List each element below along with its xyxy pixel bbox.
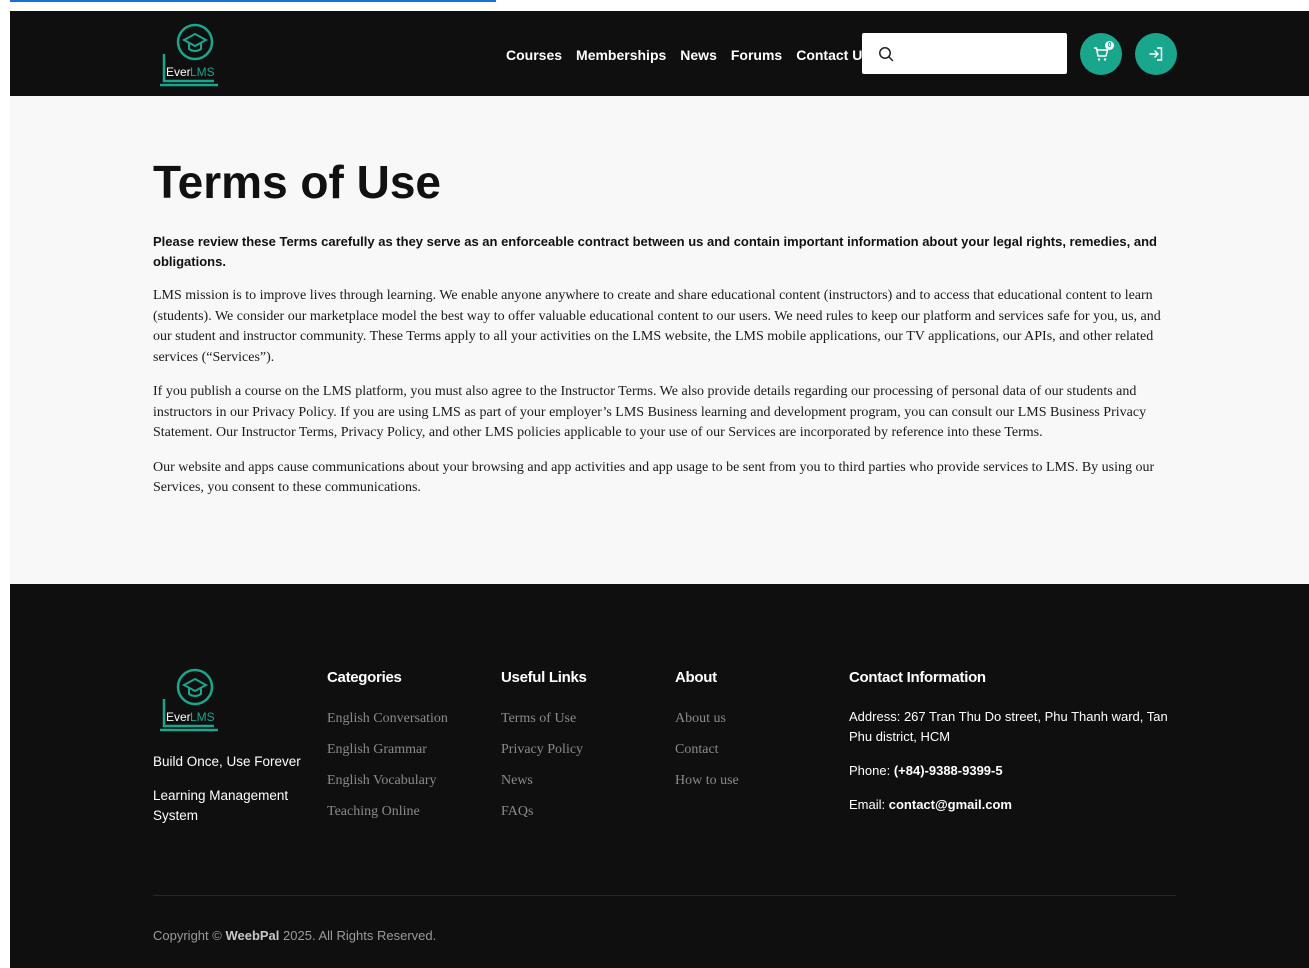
header-logo[interactable]: Ever LMS — [152, 19, 224, 87]
nav-courses[interactable]: Courses — [506, 45, 562, 65]
footer-link[interactable]: How to use — [675, 770, 739, 792]
site-header: Ever LMS Courses Memberships News Forums… — [10, 11, 1309, 96]
footer-link[interactable]: English Conversation — [327, 708, 448, 730]
footer-column-title: About — [675, 669, 717, 686]
main-content: Terms of Use Please review these Terms c… — [10, 96, 1309, 584]
phone-number[interactable]: (+84)-9388-9399-5 — [894, 763, 1003, 778]
footer-link[interactable]: FAQs — [501, 801, 587, 823]
graduation-cap-icon: Ever LMS — [160, 23, 218, 87]
footer-divider — [153, 895, 1176, 896]
contact-phone: Phone: (+84)-9388-9399-5 — [849, 763, 1003, 778]
nav-news[interactable]: News — [680, 45, 717, 65]
nav-memberships[interactable]: Memberships — [576, 45, 666, 65]
terms-lead: Please review these Terms carefully as t… — [153, 234, 1157, 269]
cart-count-badge: 0 — [1105, 41, 1114, 50]
email-address[interactable]: contact@gmail.com — [889, 797, 1012, 812]
footer-subtitle: Learning Management System — [153, 788, 289, 823]
graduation-cap-icon: Ever LMS — [160, 668, 218, 732]
search-input[interactable] — [902, 39, 1062, 68]
footer-column-title: Categories — [327, 669, 402, 686]
footer-column-title: Useful Links — [501, 669, 587, 686]
footer-link[interactable]: News — [501, 770, 587, 792]
footer-useful-links: Useful Links Terms of Use Privacy Policy… — [501, 669, 587, 823]
footer-tagline: Build Once, Use Forever — [153, 754, 301, 769]
footer-contact-info: Contact Information Address: 267 Tran Th… — [849, 669, 1169, 815]
footer-logo[interactable]: Ever LMS — [152, 664, 224, 732]
nav-forums[interactable]: Forums — [731, 45, 782, 65]
copyright-brand: WeebPal — [225, 928, 280, 943]
svg-text:Ever: Ever — [166, 65, 191, 79]
site-footer: Ever LMS Build Once, Use Forever Learnin… — [10, 584, 1309, 968]
login-button[interactable] — [1135, 33, 1177, 75]
svg-text:LMS: LMS — [190, 65, 215, 79]
copyright: Copyright © WeebPal 2025. All Rights Res… — [153, 928, 437, 943]
footer-link[interactable]: Privacy Policy — [501, 739, 587, 761]
contact-address: Address: 267 Tran Thu Do street, Phu Tha… — [849, 709, 1168, 744]
footer-link[interactable]: Contact — [675, 739, 739, 761]
page-loading-bar — [10, 0, 496, 2]
footer-link[interactable]: Terms of Use — [501, 708, 587, 730]
cart-button[interactable]: 0 — [1080, 33, 1122, 75]
login-icon — [1149, 47, 1163, 61]
svg-text:LMS: LMS — [190, 710, 215, 724]
footer-link[interactable]: Teaching Online — [327, 801, 448, 823]
main-nav: Courses Memberships News Forums Contact … — [506, 45, 870, 65]
footer-link[interactable]: English Grammar — [327, 739, 448, 761]
search-box — [862, 33, 1067, 74]
contact-email: Email: contact@gmail.com — [849, 797, 1012, 812]
terms-article: Terms of Use Please review these Terms c… — [153, 154, 1178, 499]
footer-link[interactable]: About us — [675, 708, 739, 730]
terms-paragraph: LMS mission is to improve lives through … — [153, 288, 1161, 365]
nav-contact-us[interactable]: Contact Us — [796, 45, 870, 65]
terms-paragraph: Our website and apps cause communication… — [153, 459, 1155, 496]
footer-categories: Categories English Conversation English … — [327, 669, 448, 823]
page-title: Terms of Use — [153, 156, 442, 208]
footer-column-title: Contact Information — [849, 669, 986, 686]
search-icon[interactable] — [878, 46, 894, 62]
svg-text:Ever: Ever — [166, 710, 191, 724]
terms-paragraph: If you publish a course on the LMS platf… — [153, 384, 1147, 440]
footer-link[interactable]: English Vocabulary — [327, 770, 448, 792]
footer-about: About About us Contact How to use — [675, 669, 739, 792]
